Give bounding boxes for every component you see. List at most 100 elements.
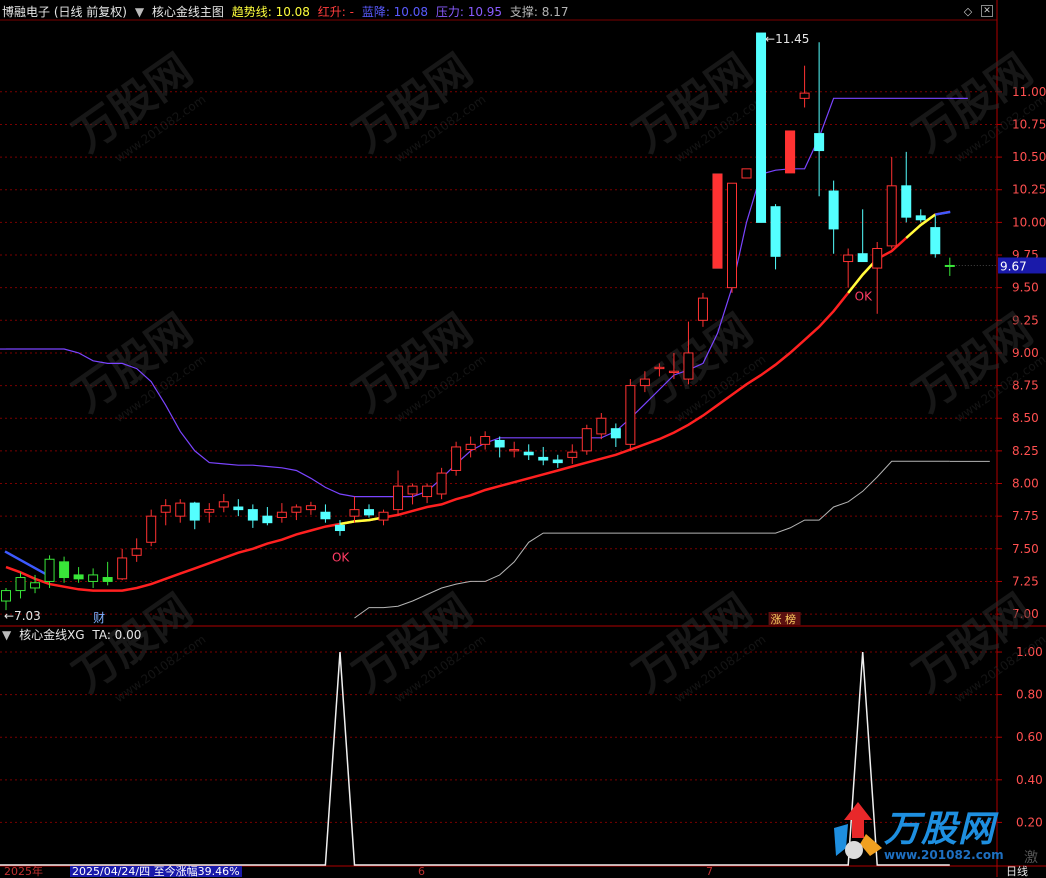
candle-body bbox=[886, 185, 897, 247]
candle-body bbox=[160, 505, 171, 513]
candle-body bbox=[625, 385, 636, 445]
candle-body bbox=[59, 561, 70, 579]
brand-logo-icon bbox=[834, 802, 882, 859]
candle-body bbox=[73, 574, 84, 580]
candle-body bbox=[131, 548, 142, 556]
candle-body bbox=[276, 511, 287, 518]
lower-indicator-name[interactable]: 核心金线XG bbox=[19, 628, 85, 642]
candle-body bbox=[393, 485, 404, 511]
candle-body bbox=[349, 509, 360, 517]
lower-header: ▼ 核心金线XG TA: 0.00 bbox=[2, 627, 145, 643]
candle-body bbox=[175, 502, 186, 517]
year-label: 2025年 bbox=[4, 865, 43, 878]
candle-body bbox=[436, 472, 447, 495]
candle-body bbox=[88, 574, 99, 582]
current-price-label: 9.67 bbox=[1000, 259, 1027, 273]
candle-body bbox=[146, 515, 157, 543]
candle-body bbox=[828, 190, 839, 230]
indicator-name[interactable]: 核心金线主图 bbox=[152, 5, 224, 19]
price-tick-label: 10.25 bbox=[1012, 183, 1046, 197]
candle-body bbox=[581, 428, 592, 452]
candle-body bbox=[189, 502, 200, 521]
price-tick-label: 10.00 bbox=[1012, 215, 1046, 229]
lower-tick-label: 0.80 bbox=[1016, 688, 1043, 702]
diamond-icon[interactable]: ◇ bbox=[961, 5, 975, 19]
candle-body bbox=[1, 590, 11, 602]
candle-body bbox=[799, 92, 810, 99]
lan-label: 蓝降: 10.08 bbox=[361, 5, 429, 19]
candle-body bbox=[44, 558, 55, 582]
candle-body bbox=[509, 449, 520, 452]
price-tick-label: 8.00 bbox=[1012, 477, 1039, 491]
price-tick-label: 7.50 bbox=[1012, 542, 1039, 556]
candle bbox=[741, 168, 752, 179]
candle-body bbox=[305, 505, 316, 511]
date-label: 2025/04/24/四 至今涨幅39.46% bbox=[70, 865, 242, 878]
month-mark-7: 7 bbox=[706, 865, 713, 878]
candle-body bbox=[465, 443, 476, 451]
corner-text: 激 bbox=[1024, 850, 1038, 866]
ok-signal-label: OK bbox=[332, 551, 350, 565]
candle-body bbox=[494, 439, 505, 448]
candle-body bbox=[451, 446, 462, 471]
candle-body bbox=[218, 501, 229, 508]
candle bbox=[625, 379, 636, 451]
candle-body bbox=[30, 582, 41, 589]
close-icon[interactable]: ✕ bbox=[981, 5, 993, 17]
candle-body bbox=[233, 506, 244, 511]
chart-header: 博融电子 (日线 前复权) ▼ 核心金线主图 趋势线: 10.08 红升: - … bbox=[2, 4, 572, 20]
candle-body bbox=[727, 182, 737, 289]
candle-body bbox=[102, 577, 113, 582]
candle-body bbox=[407, 485, 418, 495]
candle-body bbox=[538, 456, 549, 461]
price-tick-label: 8.50 bbox=[1012, 411, 1039, 425]
trend-label: 趋势线: 10.08 bbox=[231, 5, 310, 19]
hong-label: 红升: - bbox=[317, 5, 354, 19]
period-label: 日线 bbox=[1006, 865, 1028, 878]
brand-watermark: 万股网 www.201082.com bbox=[826, 798, 1016, 866]
candle-body bbox=[523, 451, 534, 456]
limit-candle-body bbox=[785, 130, 796, 174]
indicator-dropdown-icon[interactable]: ▼ bbox=[135, 5, 144, 19]
candle bbox=[727, 182, 737, 293]
candle-body bbox=[334, 524, 345, 532]
candle-body bbox=[741, 168, 752, 179]
price-chart: 11.0010.7510.5010.2510.009.759.509.259.0… bbox=[0, 0, 1046, 877]
candle-body bbox=[552, 459, 563, 464]
candle-body bbox=[480, 436, 491, 445]
candle-body bbox=[843, 254, 854, 263]
candle-body bbox=[756, 32, 767, 223]
price-tick-label: 7.25 bbox=[1012, 574, 1039, 588]
candle-body bbox=[668, 370, 679, 374]
candle-body bbox=[639, 378, 650, 387]
lower-tick-label: 0.20 bbox=[1016, 815, 1043, 829]
candle-body bbox=[872, 247, 883, 269]
candle-body bbox=[364, 509, 374, 516]
price-tick-label: 10.50 bbox=[1012, 150, 1046, 164]
candle-body bbox=[596, 417, 607, 435]
candle-body bbox=[683, 352, 694, 380]
limit-candle-body bbox=[712, 173, 723, 269]
candle bbox=[581, 424, 592, 455]
high-price-label: ←11.45 bbox=[765, 32, 809, 46]
candle-body bbox=[567, 451, 578, 458]
candle-body bbox=[930, 227, 941, 255]
pressure-label: 压力: 10.95 bbox=[435, 5, 503, 19]
candle-body bbox=[814, 133, 825, 152]
candle-body bbox=[262, 515, 273, 524]
price-tick-label: 8.25 bbox=[1012, 444, 1039, 458]
candle-body bbox=[697, 297, 708, 321]
candle-body bbox=[901, 185, 912, 218]
support-label: 支撑: 8.17 bbox=[509, 5, 569, 19]
candle bbox=[451, 441, 462, 476]
candle-body bbox=[320, 511, 331, 520]
cai-tag: 财 bbox=[93, 611, 105, 625]
price-tick-label: 9.50 bbox=[1012, 281, 1039, 295]
candle-body bbox=[610, 428, 621, 439]
candle-body bbox=[654, 366, 665, 370]
lower-dropdown-icon[interactable]: ▼ bbox=[2, 628, 11, 642]
lower-tick-label: 0.40 bbox=[1016, 773, 1043, 787]
candle-body bbox=[204, 509, 215, 513]
stock-label[interactable]: 博融电子 (日线 前复权) bbox=[2, 5, 127, 19]
candle-body bbox=[247, 509, 258, 521]
